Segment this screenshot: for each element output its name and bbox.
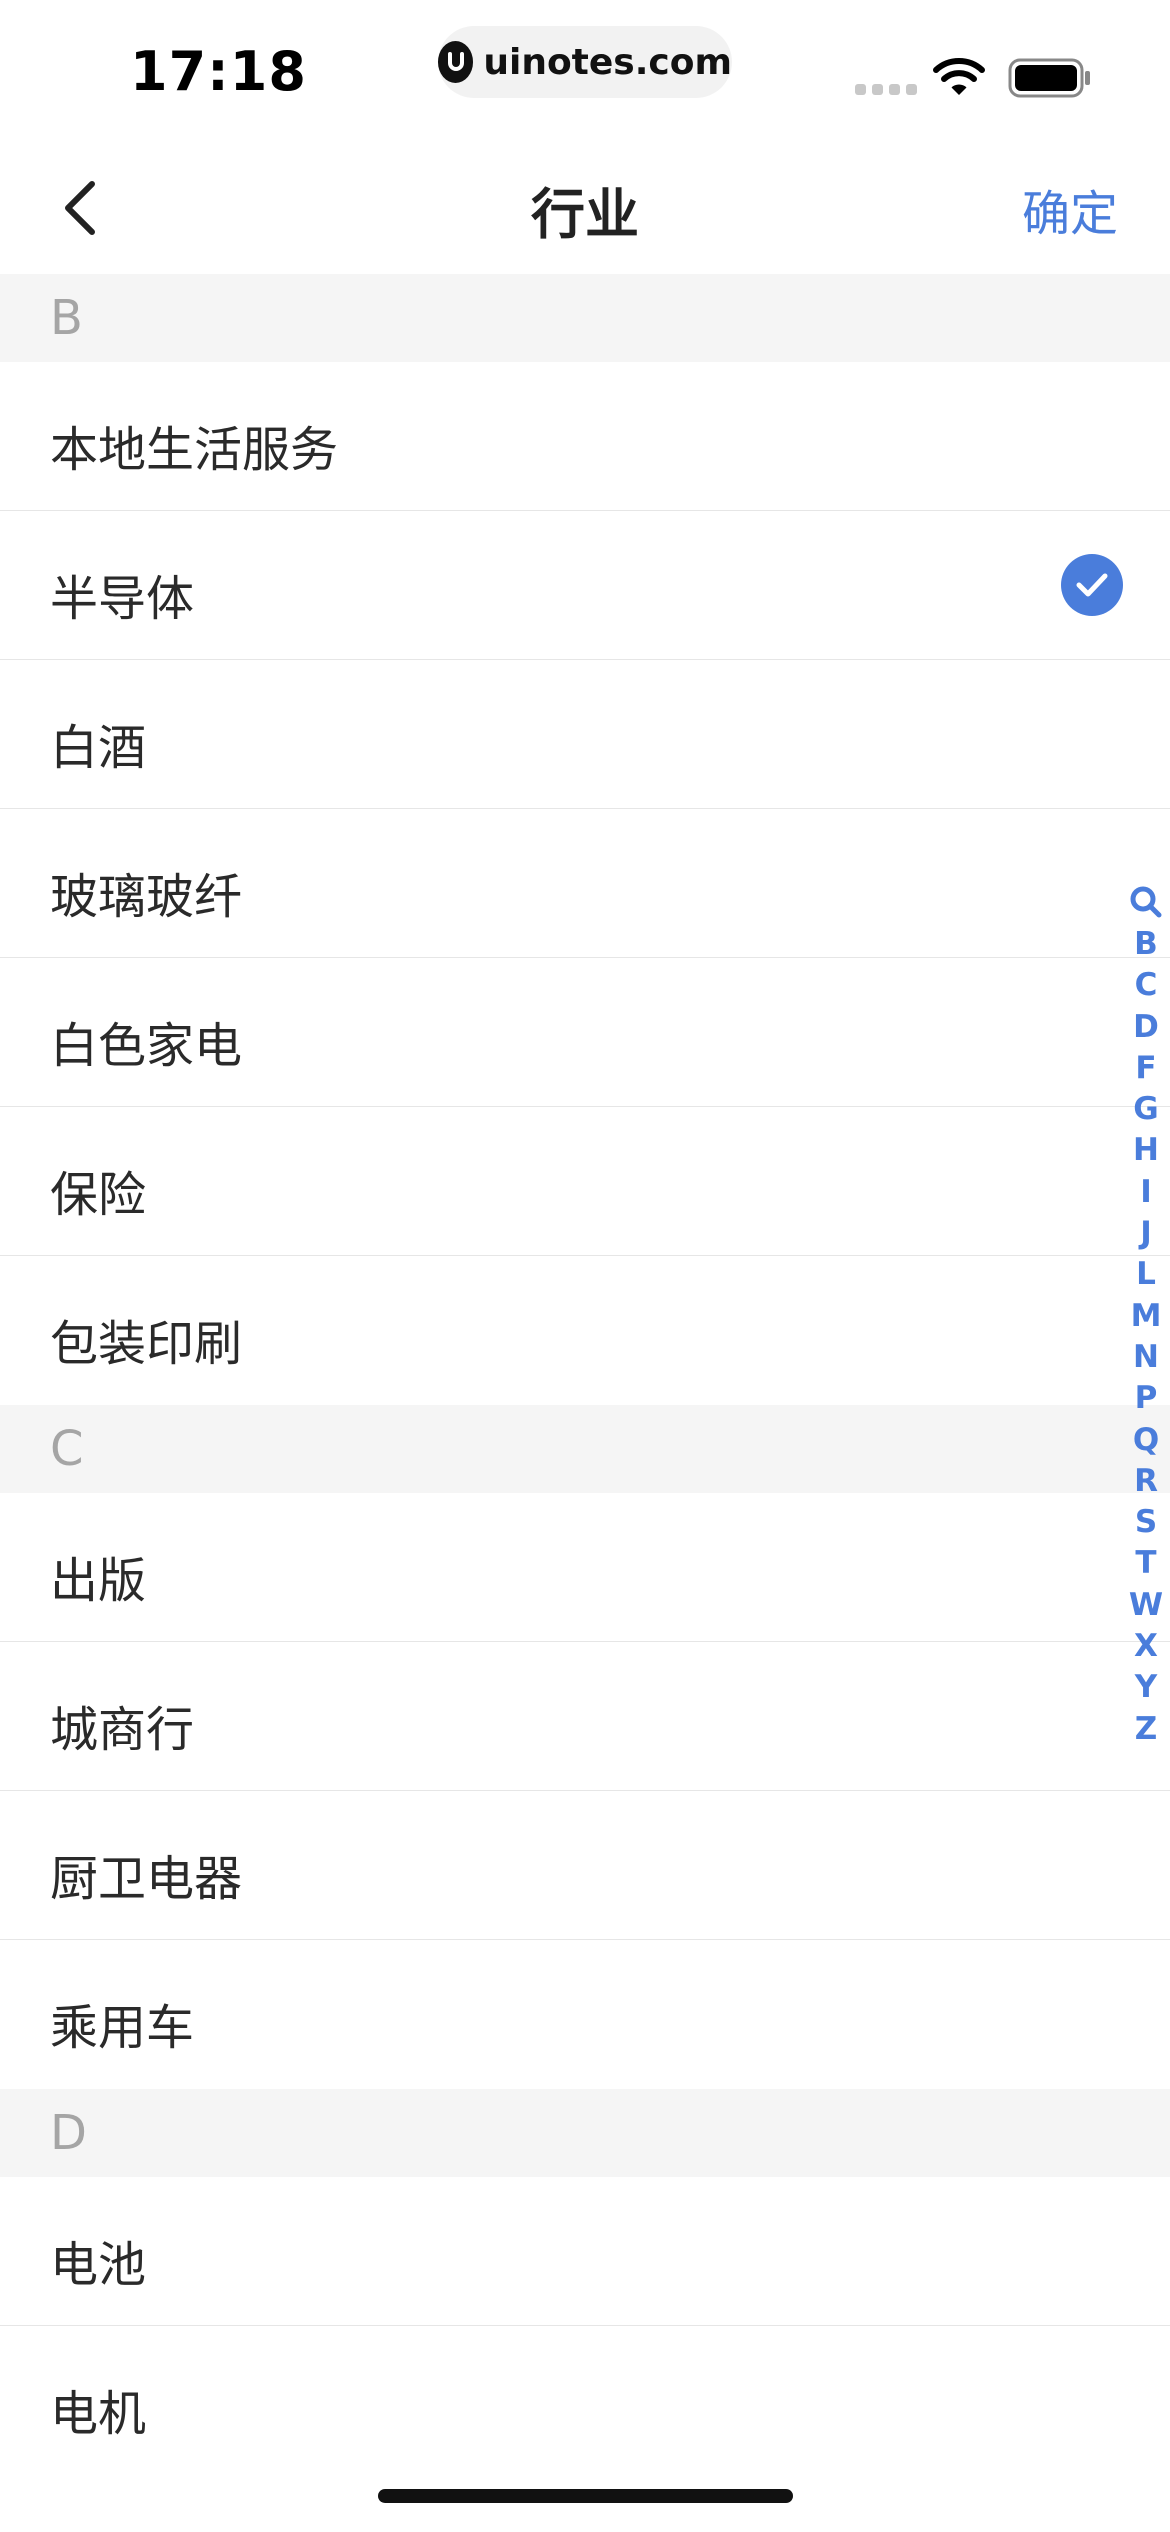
index-letter-t[interactable]: T (1135, 1543, 1156, 1584)
section-letter: C (50, 1421, 84, 1477)
list-item[interactable]: 乘用车 (0, 1940, 1170, 2089)
list-item-selected[interactable]: 半导体 (0, 511, 1170, 660)
index-letter-p[interactable]: P (1135, 1378, 1158, 1419)
index-letter-q[interactable]: Q (1133, 1420, 1159, 1461)
list-item[interactable]: 出版 (0, 1493, 1170, 1642)
item-label: 出版 (50, 1553, 147, 1609)
section-c-items: 出版 城商行 厨卫电器 乘用车 (0, 1493, 1170, 2089)
item-label: 城商行 (50, 1702, 195, 1758)
index-letter-x[interactable]: X (1134, 1626, 1158, 1667)
url-pill[interactable]: uinotes.com (438, 26, 732, 98)
list-item[interactable]: 厨卫电器 (0, 1791, 1170, 1940)
index-letter-f[interactable]: F (1135, 1048, 1156, 1089)
list-item[interactable]: 电机 (0, 2326, 1170, 2475)
section-header-b: B (0, 274, 1170, 362)
item-label: 保险 (50, 1167, 147, 1223)
list-item[interactable]: 包装印刷 (0, 1256, 1170, 1405)
index-letter-l[interactable]: L (1136, 1254, 1156, 1295)
index-letter-r[interactable]: R (1134, 1461, 1158, 1502)
status-bar: 17:18 uinotes.com (0, 0, 1170, 140)
section-d-items: 电池 电机 (0, 2177, 1170, 2475)
battery-icon (1008, 58, 1092, 102)
index-letter-h[interactable]: H (1133, 1130, 1159, 1171)
section-header-d: D (0, 2089, 1170, 2177)
index-letter-m[interactable]: M (1131, 1296, 1162, 1337)
check-circle-icon (1061, 554, 1123, 616)
cellular-signal-icon (855, 84, 917, 95)
item-label: 厨卫电器 (50, 1851, 243, 1907)
navigation-bar: 行业 确定 (0, 140, 1170, 274)
site-logo-icon (438, 41, 474, 83)
index-letter-b[interactable]: B (1134, 924, 1158, 965)
item-label: 电机 (50, 2386, 147, 2442)
list-item[interactable]: 保险 (0, 1107, 1170, 1256)
index-letter-d[interactable]: D (1133, 1007, 1159, 1048)
item-label: 半导体 (50, 571, 195, 627)
item-label: 乘用车 (50, 2000, 195, 2056)
item-label: 玻璃玻纤 (50, 869, 243, 925)
list-item[interactable]: 白酒 (0, 660, 1170, 809)
index-letter-c[interactable]: C (1135, 965, 1158, 1006)
list-item[interactable]: 电池 (0, 2177, 1170, 2326)
url-text: uinotes.com (483, 41, 732, 83)
confirm-button[interactable]: 确定 (1022, 174, 1118, 244)
section-b-items: 本地生活服务 半导体 白酒 玻璃玻纤 白色家电 保险 包装印刷 (0, 362, 1170, 1405)
index-letter-w[interactable]: W (1129, 1585, 1163, 1626)
index-letter-n[interactable]: N (1133, 1337, 1159, 1378)
wifi-icon (932, 56, 986, 100)
item-label: 本地生活服务 (50, 422, 339, 478)
item-label: 电池 (50, 2237, 147, 2293)
index-letter-y[interactable]: Y (1135, 1667, 1157, 1708)
item-label: 白色家电 (50, 1018, 243, 1074)
list-item[interactable]: 白色家电 (0, 958, 1170, 1107)
index-letter-z[interactable]: Z (1135, 1709, 1157, 1750)
section-header-c: C (0, 1405, 1170, 1493)
index-letter-g[interactable]: G (1133, 1089, 1158, 1130)
item-label: 包装印刷 (50, 1316, 243, 1372)
alphabet-index-bar[interactable]: B C D F G H I J L M N P Q R S T W X Y Z (1126, 882, 1166, 1750)
section-letter: B (50, 290, 83, 346)
home-indicator[interactable] (378, 2489, 793, 2503)
index-letter-s[interactable]: S (1135, 1502, 1157, 1543)
search-icon[interactable] (1129, 882, 1163, 922)
industry-list: B 本地生活服务 半导体 白酒 玻璃玻纤 白色家电 保险 包装印刷 C 出版 城… (0, 274, 1170, 2475)
list-item[interactable]: 城商行 (0, 1642, 1170, 1791)
index-letter-j[interactable]: J (1140, 1213, 1152, 1254)
page-title: 行业 (531, 183, 639, 246)
index-letter-i[interactable]: I (1140, 1172, 1152, 1213)
list-item[interactable]: 本地生活服务 (0, 362, 1170, 511)
item-label: 白酒 (50, 720, 147, 776)
section-letter: D (50, 2105, 87, 2161)
status-time: 17:18 (130, 40, 307, 103)
list-item[interactable]: 玻璃玻纤 (0, 809, 1170, 958)
